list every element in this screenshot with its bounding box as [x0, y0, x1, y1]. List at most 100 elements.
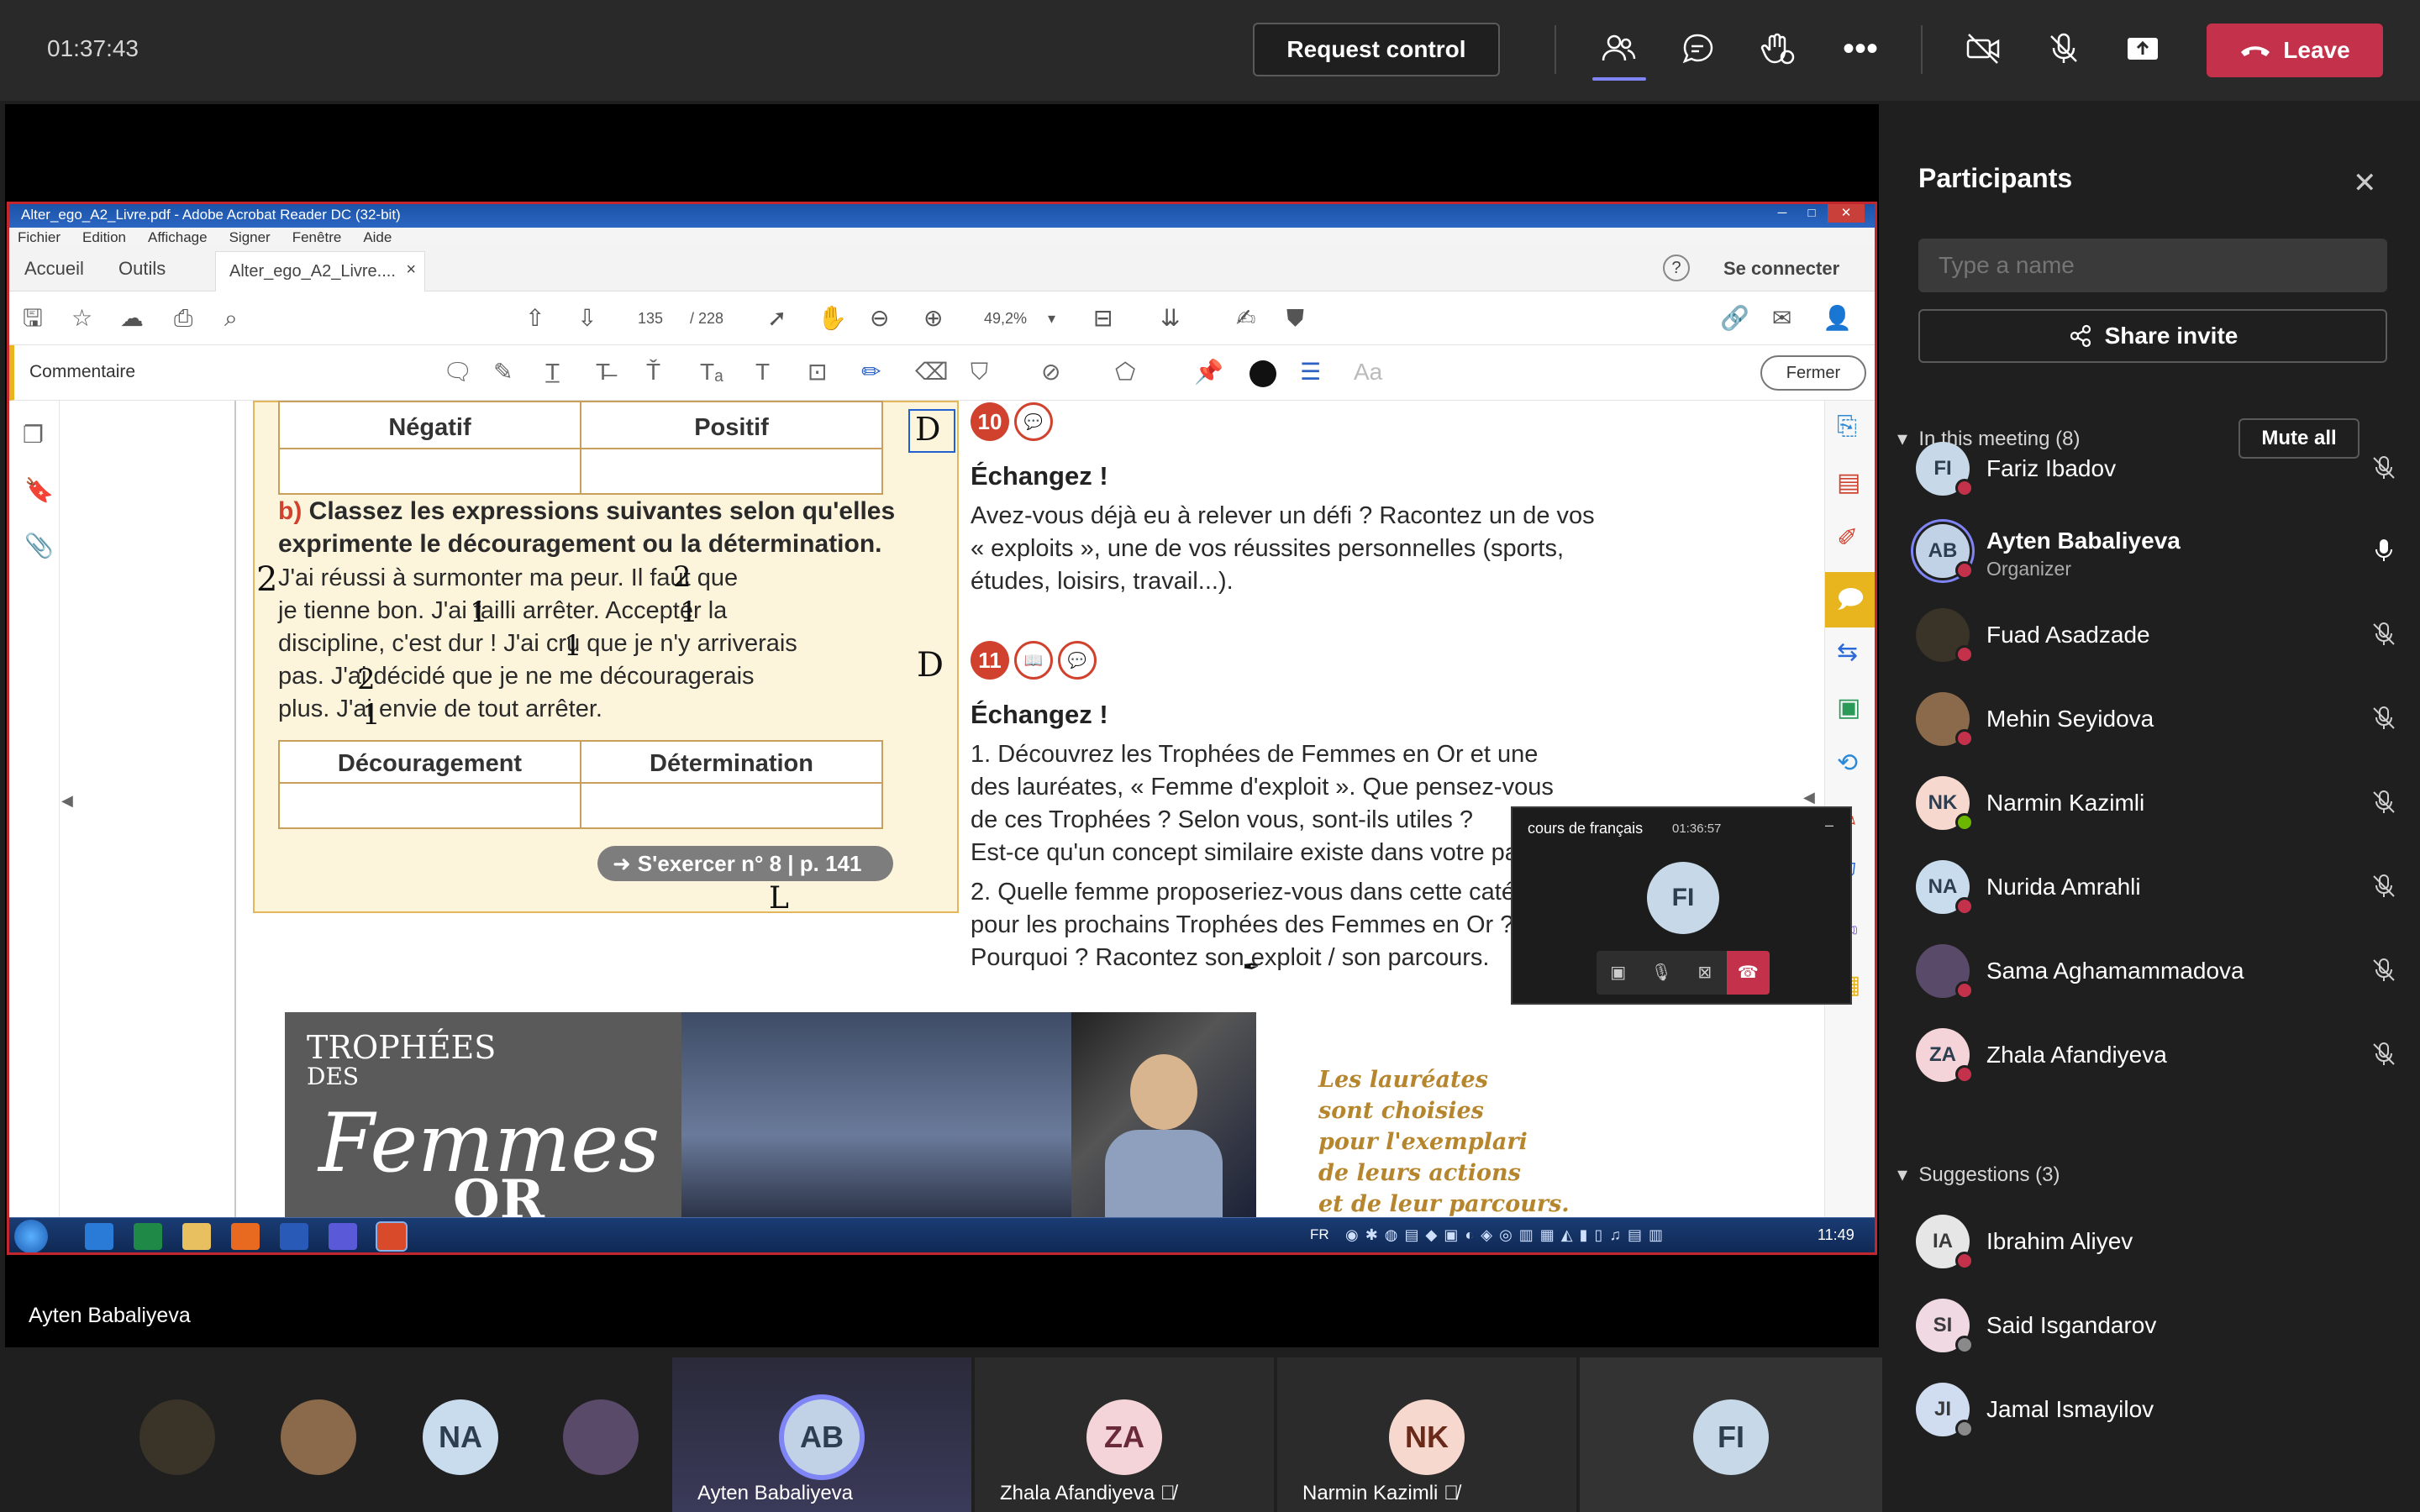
people-icon[interactable]	[1595, 25, 1642, 72]
save-icon[interactable]: 🖫	[23, 305, 43, 332]
share-invite-button[interactable]: Share invite	[1918, 309, 2387, 363]
video-tile-ayten[interactable]: AB Ayten Babaliyeva	[672, 1357, 971, 1512]
eraser-icon[interactable]: ⌫	[915, 359, 949, 386]
fill-sign-icon[interactable]: ✍	[1236, 305, 1255, 332]
participant-mic-status[interactable]	[2370, 1040, 2398, 1073]
pin-icon[interactable]: 📌	[1194, 359, 1223, 386]
share-link-icon[interactable]: 🔗	[1720, 305, 1749, 332]
help-icon[interactable]: ?	[1663, 255, 1690, 281]
tab-accueil[interactable]: Accueil	[24, 258, 84, 280]
tab-document[interactable]: Alter_ego_A2_Livre.... ×	[215, 251, 425, 291]
explorer-icon[interactable]	[182, 1223, 211, 1250]
underline-text-icon[interactable]: T̲	[545, 359, 560, 386]
teams-icon[interactable]	[329, 1223, 357, 1250]
maximize-icon[interactable]: □	[1798, 204, 1825, 223]
collapse-left-icon[interactable]: ◀	[61, 792, 73, 810]
system-tray-icons[interactable]: ◉✱◍▤◆▣◐◈◎▥▦◭▮▯♫▤▥	[1345, 1226, 1670, 1244]
participant-video-avatar[interactable]	[281, 1399, 356, 1475]
create-pdf-icon[interactable]: ▣	[1837, 693, 1860, 722]
participant-mic-status[interactable]	[2370, 620, 2398, 653]
suggested-participant-row[interactable]: JI Jamal Ismayilov	[1882, 1371, 2420, 1446]
hand-tool-icon[interactable]: ✋	[818, 305, 847, 332]
zoom-dropdown-icon[interactable]: ▾	[1048, 305, 1055, 332]
participant-row[interactable]: Sama Aghamammadova	[1882, 932, 2420, 1008]
close-panel-icon[interactable]: ✕	[2353, 166, 2377, 200]
more-options-icon[interactable]: •••	[1837, 25, 1884, 72]
suggestions-section[interactable]: ▾ Suggestions (3)	[1897, 1163, 2060, 1187]
draw-pencil-icon[interactable]: ✏	[861, 359, 881, 386]
minimize-icon[interactable]: ─	[1769, 204, 1796, 223]
attachments-icon[interactable]: 📎	[24, 532, 54, 559]
mini-share-icon[interactable]: ⊠	[1683, 951, 1727, 995]
sign-in-link[interactable]: Se connecter	[1723, 258, 1839, 280]
shapes-icon[interactable]: ⬠	[1115, 359, 1135, 386]
participant-mic-status[interactable]	[2370, 872, 2398, 905]
menu-edition[interactable]: Edition	[82, 229, 126, 245]
participant-search-input[interactable]	[1918, 239, 2387, 292]
mini-camera-icon[interactable]: ▣	[1597, 951, 1640, 995]
bookmarks-icon[interactable]: 🔖	[24, 476, 54, 504]
collapse-right-icon[interactable]: ◀	[1803, 789, 1815, 806]
participant-video-avatar[interactable]	[139, 1399, 215, 1475]
suggested-participant-row[interactable]: IA Ibrahim Aliyev	[1882, 1203, 2420, 1278]
pages-thumbnail-icon[interactable]: ❐	[23, 421, 44, 449]
organize-pages-icon[interactable]: ▤	[1837, 468, 1860, 497]
participant-mic-status[interactable]	[2370, 788, 2398, 821]
reactions-icon[interactable]	[1754, 25, 1802, 72]
highlight-icon[interactable]: ✎	[493, 359, 513, 386]
participant-row[interactable]: AB Ayten Babaliyeva Organizer	[1882, 512, 2420, 588]
suggested-participant-row[interactable]: SI Said Isgandarov	[1882, 1287, 2420, 1362]
participant-row[interactable]: ZA Zhala Afandiyeva	[1882, 1016, 2420, 1092]
close-window-icon[interactable]: ✕	[1828, 204, 1865, 223]
sticky-note-icon[interactable]: 🗨	[443, 359, 473, 386]
bookmark-star-icon[interactable]: ☆	[71, 305, 92, 332]
share-screen-icon[interactable]	[2119, 25, 2166, 72]
menu-fichier[interactable]: Fichier	[18, 229, 60, 245]
participant-mic-status[interactable]	[2370, 454, 2398, 486]
chat-icon[interactable]	[1674, 25, 1721, 72]
participant-mic-status[interactable]	[2370, 704, 2398, 737]
ie-icon[interactable]	[85, 1223, 113, 1250]
close-comment-button[interactable]: Fermer	[1760, 355, 1866, 391]
line-width-icon[interactable]: ☰	[1300, 359, 1321, 386]
menu-signer[interactable]: Signer	[229, 229, 271, 245]
excel-icon[interactable]	[134, 1223, 162, 1250]
text-box-icon[interactable]: ⊡	[808, 359, 827, 386]
participant-mic-status[interactable]	[2370, 536, 2398, 569]
close-tab-icon[interactable]: ×	[406, 260, 416, 280]
print-icon[interactable]: ⎙	[174, 305, 192, 332]
scan-icon[interactable]: ⟲	[1837, 748, 1858, 778]
menu-aide[interactable]: Aide	[363, 229, 392, 245]
minimize-icon[interactable]: –	[1825, 816, 1833, 834]
edit-pdf-icon[interactable]: ✐	[1837, 523, 1858, 553]
comment-tool-icon[interactable]: 🗩	[1825, 572, 1875, 627]
strikethrough-icon[interactable]: T̶	[596, 359, 610, 386]
color-picker-icon[interactable]	[1249, 360, 1276, 387]
add-user-icon[interactable]: 👤	[1823, 305, 1852, 332]
acrobat-taskbar-icon[interactable]	[376, 1221, 408, 1252]
language-indicator[interactable]: FR	[1310, 1226, 1329, 1243]
insert-text-icon[interactable]: Tₐ	[700, 359, 723, 386]
participant-row[interactable]: NK Narmin Kazimli	[1882, 764, 2420, 840]
participant-row[interactable]: Fuad Asadzade	[1882, 596, 2420, 672]
firefox-icon[interactable]	[231, 1223, 260, 1250]
find-icon[interactable]: ⌕	[224, 305, 238, 332]
participant-row[interactable]: NA Nurida Amrahli	[1882, 848, 2420, 924]
participant-row[interactable]: Mehin Seyidova	[1882, 680, 2420, 756]
menu-affichage[interactable]: Affichage	[148, 229, 208, 245]
upload-cloud-icon[interactable]: ☁	[120, 305, 144, 332]
export-pdf-icon[interactable]: ⎘	[1837, 412, 1857, 441]
zoom-in-icon[interactable]: ⊕	[923, 305, 943, 332]
camera-off-icon[interactable]	[1960, 25, 2007, 72]
participant-row[interactable]: FI Fariz Ibadov	[1882, 430, 2420, 506]
stamp-icon[interactable]: ⛉	[971, 359, 988, 386]
scroll-mode-icon[interactable]: ⇊	[1160, 305, 1180, 332]
add-text-icon[interactable]: T	[755, 359, 770, 386]
start-button-icon[interactable]	[14, 1220, 48, 1252]
leave-button[interactable]: Leave	[2207, 24, 2383, 77]
attach-icon[interactable]: ⊘	[1041, 359, 1060, 386]
mini-meeting-window[interactable]: cours de français 01:36:57 – FI ▣ 🎙 ⊠ ☎	[1511, 806, 1852, 1005]
next-page-icon[interactable]: ⇩	[577, 305, 597, 332]
mini-mic-icon[interactable]: 🎙	[1640, 951, 1684, 995]
participant-video-avatar[interactable]	[563, 1399, 639, 1475]
